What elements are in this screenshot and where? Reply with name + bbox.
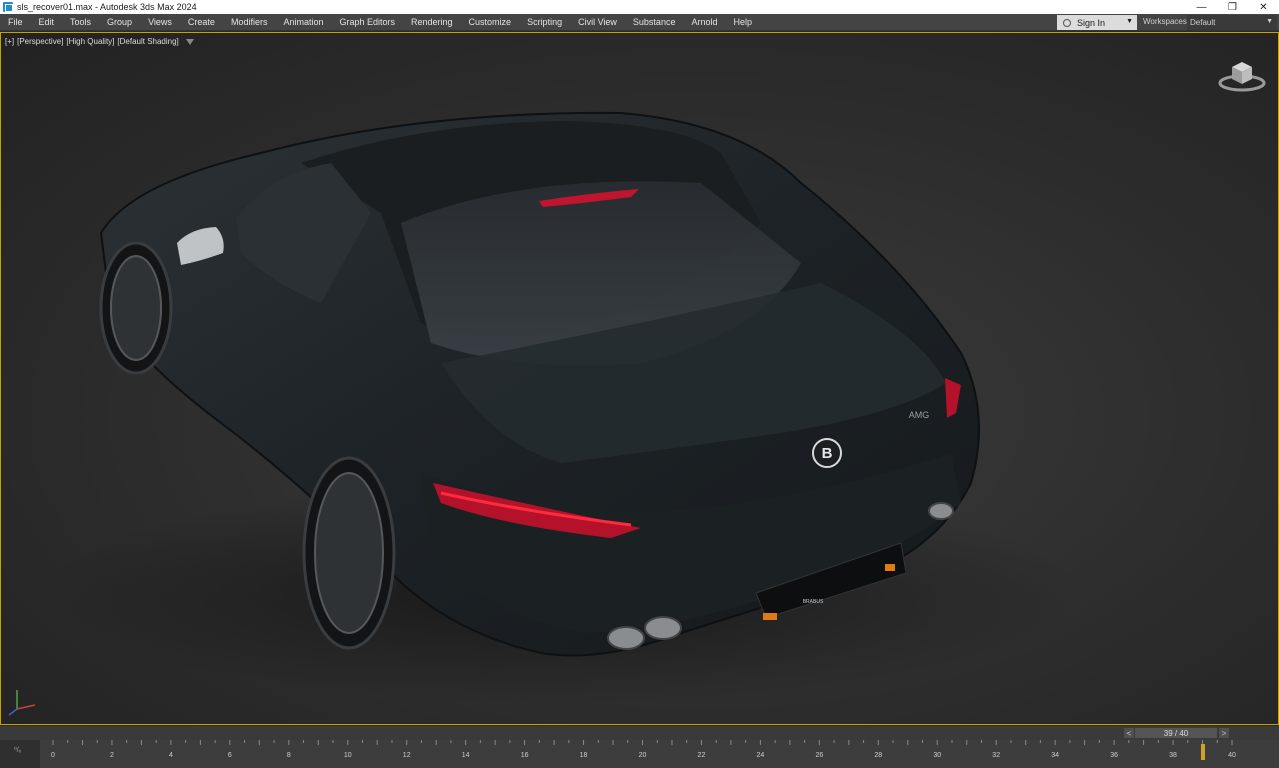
window-title: sls_recover01.max - Autodesk 3ds Max 202… (17, 2, 197, 12)
next-frame-button[interactable]: > (1219, 728, 1229, 738)
track-bar[interactable]: ⁰/ₓ 0 2 4 6 8 10 12 14 16 18 20 22 24 26 28 30 32 34 36 38 4… (0, 740, 1279, 768)
chevron-down-icon: ▼ (1266, 18, 1273, 25)
axis-tripod-icon (8, 690, 36, 716)
frame-indicator[interactable]: 39 / 40 (1135, 728, 1217, 738)
filter-icon[interactable] (185, 38, 194, 45)
workspace-value: Default (1190, 18, 1216, 27)
frame-tick-label: 4 (169, 752, 173, 759)
menu-customize[interactable]: Customize (461, 17, 520, 27)
badge-letter: B (822, 445, 833, 462)
curve-toggle-label: ⁰/ₓ (14, 747, 22, 754)
menu-modifiers[interactable]: Modifiers (223, 17, 276, 27)
frame-tick-label: 40 (1228, 752, 1236, 759)
window-controls: — ❐ ✕ (1186, 0, 1279, 14)
user-icon (1063, 18, 1071, 27)
viewcube-icon[interactable] (1217, 55, 1267, 95)
menu-substance[interactable]: Substance (625, 17, 684, 27)
menu-scripting[interactable]: Scripting (519, 17, 570, 27)
title-bar: sls_recover01.max - Autodesk 3ds Max 202… (0, 0, 1279, 14)
frame-tick-label: 26 (815, 752, 823, 759)
menu-bar: File Edit Tools Group Views Create Modif… (0, 14, 1279, 31)
frame-tick-label: 8 (287, 752, 291, 759)
frame-tick-label: 34 (1051, 752, 1059, 759)
frame-tick-label: 2 (110, 752, 114, 759)
frame-tick-label: 6 (228, 752, 232, 759)
menu-file[interactable]: File (0, 17, 31, 27)
workspaces-label: Workspaces: (1143, 17, 1190, 26)
menu-arnold[interactable]: Arnold (683, 17, 725, 27)
viewport-point-of-view[interactable]: [Perspective] (17, 37, 63, 46)
frame-tick-label: 36 (1110, 752, 1118, 759)
viewport-label-bar: [+] [Perspective] [High Quality] [Defaul… (5, 37, 194, 46)
frame-tick-label: 38 (1169, 752, 1177, 759)
viewport-shading[interactable]: [Default Shading] (117, 37, 178, 46)
menu-rendering[interactable]: Rendering (403, 17, 461, 27)
sign-in-label: Sign In (1077, 17, 1106, 28)
license-plate-text: BRABUS (803, 599, 824, 605)
frame-tick-label: 14 (462, 752, 470, 759)
menu-help[interactable]: Help (725, 17, 760, 27)
frame-tick-label: 28 (874, 752, 882, 759)
frame-tick-label: 32 (992, 752, 1000, 759)
perspective-viewport[interactable]: B AMG BRABUS [+] [Perspective] [High Qua… (0, 32, 1279, 725)
menu-tools[interactable]: Tools (62, 17, 99, 27)
menu-views[interactable]: Views (140, 17, 180, 27)
frame-ruler[interactable]: 0 2 4 6 8 10 12 14 16 18 20 22 24 26 28 30 32 34 36 38 40 (40, 740, 1279, 768)
chevron-down-icon: ▼ (1126, 18, 1133, 25)
frame-tick-label: 10 (344, 752, 352, 759)
menu-create[interactable]: Create (180, 17, 223, 27)
current-time-marker[interactable] (1201, 744, 1205, 760)
3dsmax-app-icon[interactable] (3, 2, 13, 12)
frame-tick-label: 12 (403, 752, 411, 759)
trunk-emblem-text: AMG (909, 410, 930, 420)
menu-civil-view[interactable]: Civil View (570, 17, 625, 27)
frame-tick-label: 0 (51, 752, 55, 759)
frame-tick-label: 16 (521, 752, 529, 759)
viewport-general-menu[interactable]: [+] (5, 37, 14, 46)
car-model-render[interactable]: B AMG BRABUS (1, 33, 1279, 725)
frame-tick-label: 24 (757, 752, 765, 759)
frame-tick-label: 30 (933, 752, 941, 759)
viewport-quality[interactable]: [High Quality] (66, 37, 114, 46)
menu-animation[interactable]: Animation (275, 17, 331, 27)
prev-frame-button[interactable]: < (1124, 728, 1134, 738)
menu-graph-editors[interactable]: Graph Editors (331, 17, 403, 27)
menu-edit[interactable]: Edit (31, 17, 63, 27)
sign-in-dropdown[interactable]: Sign In ▼ (1057, 15, 1137, 30)
frame-tick-label: 18 (580, 752, 588, 759)
workspace-select[interactable]: Default ▼ (1187, 15, 1277, 30)
close-button[interactable]: ✕ (1248, 0, 1279, 14)
frame-tick-label: 20 (639, 752, 647, 759)
mini-curve-editor-toggle[interactable]: ⁰/ₓ (0, 740, 40, 768)
time-slider[interactable]: < 39 / 40 > (0, 726, 1279, 740)
minimize-button[interactable]: — (1186, 0, 1217, 14)
frame-tick-label: 22 (698, 752, 706, 759)
maximize-button[interactable]: ❐ (1217, 0, 1248, 14)
menu-group[interactable]: Group (99, 17, 140, 27)
